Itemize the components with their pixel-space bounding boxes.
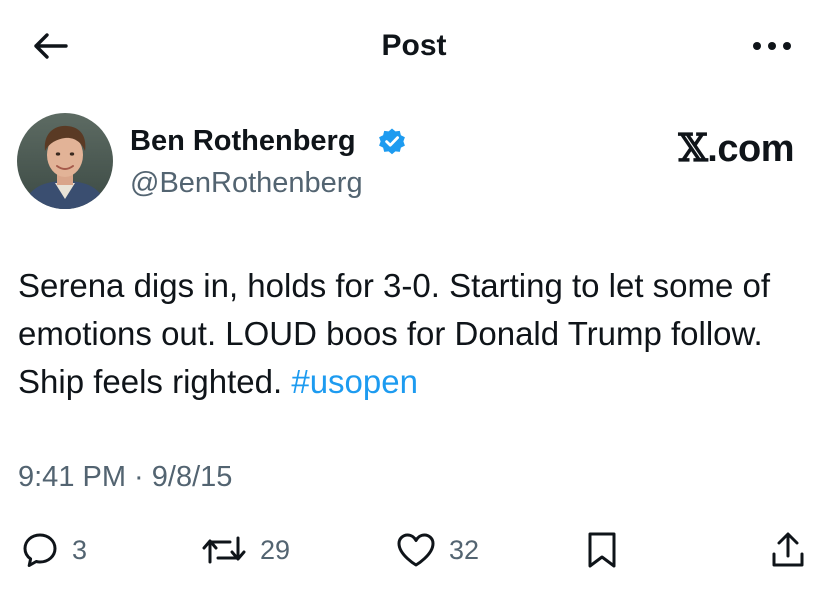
heart-icon xyxy=(395,530,437,570)
brand-logo: 𝕏.com xyxy=(678,126,794,171)
bookmark-button[interactable] xyxy=(586,522,618,578)
share-button[interactable] xyxy=(770,522,806,578)
share-icon xyxy=(770,530,806,570)
author-name[interactable]: Ben Rothenberg xyxy=(130,122,356,160)
reply-count: 3 xyxy=(72,534,88,565)
page-title: Post xyxy=(381,29,447,62)
post-text: Serena digs in, holds for 3-0. Starting … xyxy=(18,262,818,406)
verified-badge-icon xyxy=(377,127,407,157)
x-logo-glyph: 𝕏 xyxy=(678,125,708,170)
reply-button[interactable]: 3 xyxy=(20,522,87,578)
reply-icon xyxy=(20,530,60,570)
hashtag-link[interactable]: #usopen xyxy=(291,363,418,400)
like-button[interactable]: 32 xyxy=(395,522,479,578)
more-horizontal-icon xyxy=(752,41,792,51)
like-count: 32 xyxy=(449,534,480,565)
bookmark-icon xyxy=(586,530,618,570)
repost-count: 29 xyxy=(260,534,291,565)
action-bar: 3 29 32 xyxy=(0,522,828,578)
more-options-button[interactable] xyxy=(748,28,796,64)
repost-icon xyxy=(200,530,248,570)
repost-button[interactable]: 29 xyxy=(200,522,290,578)
post-timestamp[interactable]: 9:41 PM · 9/8/15 xyxy=(18,458,232,496)
brand-suffix: .com xyxy=(707,128,794,170)
top-bar: Post xyxy=(0,0,828,92)
avatar[interactable] xyxy=(17,113,113,209)
author-handle[interactable]: @BenRothenberg xyxy=(130,164,363,202)
